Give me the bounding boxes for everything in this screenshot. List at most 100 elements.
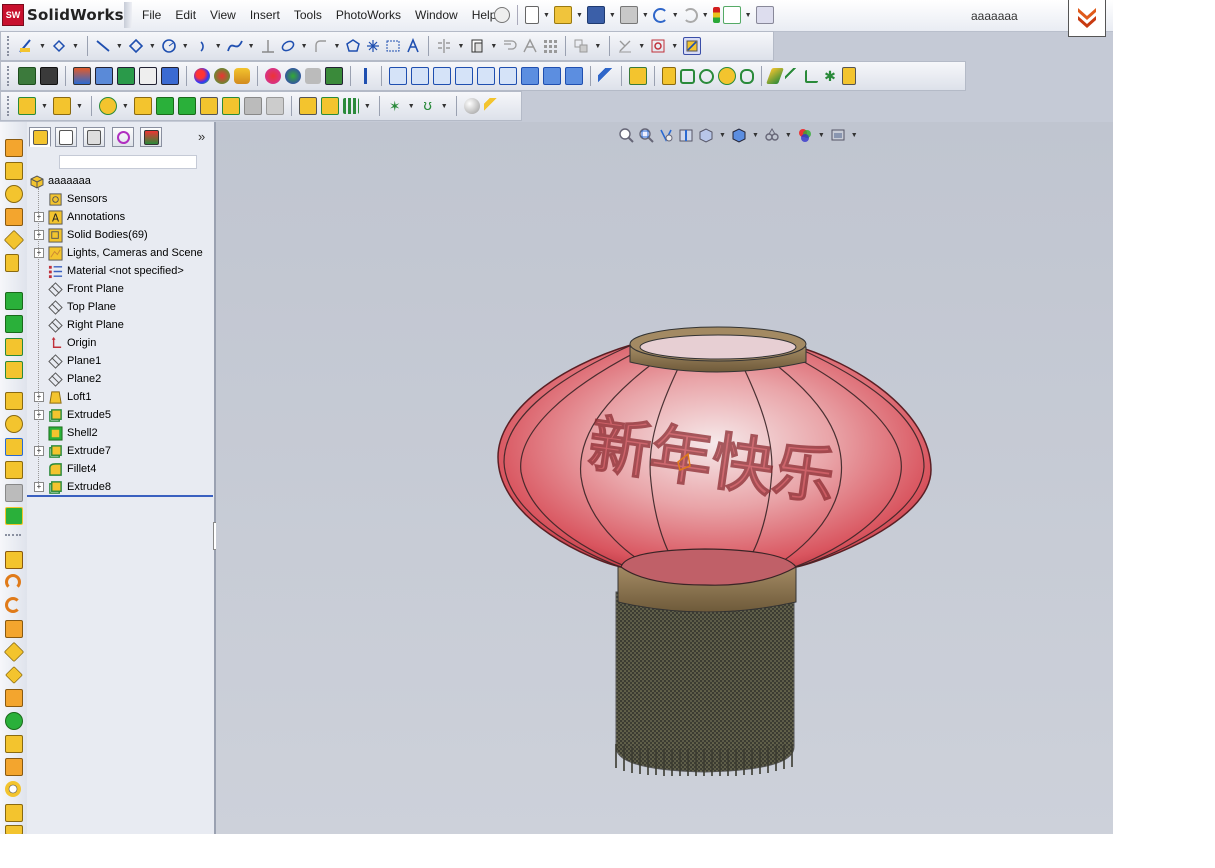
menu-edit[interactable]: Edit bbox=[168, 8, 203, 22]
sketch-icon[interactable] bbox=[18, 38, 34, 54]
offset-surface-icon[interactable] bbox=[177, 97, 196, 115]
tool-combine-icon[interactable] bbox=[5, 666, 23, 684]
new-document-icon[interactable] bbox=[525, 6, 539, 24]
menu-file[interactable]: File bbox=[135, 8, 168, 22]
text-icon[interactable] bbox=[405, 38, 421, 54]
tool-cut-revolve-icon[interactable] bbox=[5, 315, 23, 333]
expand-toggle-icon[interactable]: + bbox=[34, 212, 44, 222]
photoworks-scene-icon[interactable] bbox=[95, 67, 113, 85]
tool-move-face-icon[interactable] bbox=[5, 689, 23, 707]
render-last-icon[interactable] bbox=[139, 67, 157, 85]
extruded-boss-icon[interactable] bbox=[662, 67, 676, 85]
ruled-surface-icon[interactable] bbox=[298, 97, 317, 115]
view-front-icon[interactable] bbox=[389, 67, 407, 85]
line-icon[interactable] bbox=[95, 38, 111, 54]
tool-fillet-icon[interactable] bbox=[5, 392, 23, 410]
decal-icon[interactable] bbox=[234, 68, 250, 84]
surface-pattern-icon[interactable] bbox=[342, 98, 359, 114]
menu-window[interactable]: Window bbox=[408, 8, 465, 22]
tree-item[interactable]: Plane1 bbox=[48, 352, 101, 370]
tree-item[interactable]: Front Plane bbox=[48, 280, 124, 298]
scene-icon[interactable] bbox=[214, 68, 230, 84]
curves-icon[interactable]: ʊ bbox=[420, 98, 436, 114]
axis-icon[interactable] bbox=[785, 68, 801, 84]
point-icon[interactable] bbox=[365, 38, 381, 54]
tree-item[interactable]: + Extrude7 bbox=[34, 442, 111, 460]
render-region-icon[interactable] bbox=[117, 67, 135, 85]
tree-item[interactable]: + Lights, Cameras and Scene bbox=[34, 244, 203, 262]
expand-toggle-icon[interactable]: + bbox=[34, 392, 44, 402]
expand-toggle-icon[interactable]: + bbox=[34, 248, 44, 258]
knit-surface-icon[interactable] bbox=[221, 97, 240, 115]
measure-icon[interactable] bbox=[598, 68, 614, 84]
extend-surface-icon[interactable] bbox=[320, 97, 339, 115]
tool-cut-loft-icon[interactable] bbox=[5, 361, 23, 379]
view-trimetric-icon[interactable] bbox=[543, 67, 561, 85]
view-back-icon[interactable] bbox=[411, 67, 429, 85]
helix-icon[interactable] bbox=[699, 68, 714, 84]
ref-point-icon[interactable]: ✱ bbox=[822, 68, 838, 84]
tool-hole-wizard-icon[interactable] bbox=[5, 620, 23, 638]
rectangle-icon[interactable] bbox=[128, 38, 144, 54]
measure-tool-icon[interactable] bbox=[483, 98, 500, 114]
toolbar-grip[interactable] bbox=[7, 66, 12, 86]
tree-item[interactable]: + Extrude5 bbox=[34, 406, 111, 424]
print-icon[interactable] bbox=[619, 6, 638, 24]
revolved-surface-icon[interactable] bbox=[52, 97, 71, 115]
rollback-bar[interactable] bbox=[27, 495, 213, 497]
plane-tool-icon[interactable] bbox=[766, 68, 784, 84]
tool-indent-icon[interactable] bbox=[5, 758, 23, 776]
tree-item[interactable]: Top Plane bbox=[48, 298, 116, 316]
tree-item[interactable]: + Loft1 bbox=[34, 388, 91, 406]
expand-toggle-icon[interactable]: + bbox=[34, 482, 44, 492]
repair-sketch-icon[interactable] bbox=[650, 38, 666, 54]
tool-dome-icon[interactable] bbox=[5, 461, 23, 479]
menu-view[interactable]: View bbox=[203, 8, 243, 22]
tab-feature-manager[interactable] bbox=[29, 127, 51, 147]
lights-icon[interactable] bbox=[265, 68, 281, 84]
radiate-surface-icon[interactable] bbox=[199, 97, 218, 115]
tool-lofted-boss-icon[interactable] bbox=[5, 208, 23, 226]
lofted-surface-icon[interactable] bbox=[133, 97, 152, 115]
arc-icon[interactable] bbox=[194, 38, 210, 54]
boundary-surface-icon[interactable] bbox=[155, 97, 174, 115]
lantern-model[interactable]: 新年快乐 bbox=[216, 122, 1113, 834]
tool-cut-sweep-icon[interactable] bbox=[5, 338, 23, 356]
instant3d-icon[interactable]: ✶ bbox=[387, 98, 403, 114]
tool-curve-pattern-icon[interactable] bbox=[5, 597, 21, 613]
tree-item[interactable]: Fillet4 bbox=[48, 460, 96, 478]
open-icon[interactable] bbox=[553, 6, 572, 24]
rapid-sketch-icon[interactable] bbox=[683, 37, 702, 55]
polygon-icon[interactable] bbox=[345, 38, 361, 54]
convert-entities-icon[interactable] bbox=[469, 38, 485, 54]
pin-icon[interactable] bbox=[494, 7, 510, 23]
toolbar-grip[interactable] bbox=[7, 96, 12, 116]
spline-icon[interactable] bbox=[226, 38, 243, 54]
tool-delete-face-icon[interactable] bbox=[5, 712, 23, 730]
tool-circular-pattern-icon[interactable] bbox=[5, 574, 21, 590]
window-icon[interactable] bbox=[755, 6, 774, 24]
tree-item[interactable]: + Solid Bodies(69) bbox=[34, 226, 148, 244]
view-bottom-icon[interactable] bbox=[499, 67, 517, 85]
tool-swept-boss-icon[interactable] bbox=[5, 185, 23, 203]
tool-extruded-boss-icon[interactable] bbox=[5, 139, 23, 157]
tool-linear-pattern-icon[interactable] bbox=[5, 551, 23, 569]
tool-deform-icon[interactable] bbox=[5, 804, 23, 822]
tree-item[interactable]: Shell2 bbox=[48, 424, 98, 442]
undo-icon[interactable] bbox=[652, 7, 668, 23]
menu-photoworks[interactable]: PhotoWorks bbox=[329, 8, 408, 22]
view-top-icon[interactable] bbox=[477, 67, 495, 85]
tree-filter-bar[interactable] bbox=[59, 155, 197, 169]
tool-draft-icon[interactable] bbox=[5, 438, 23, 456]
coordinate-system-icon[interactable] bbox=[805, 69, 818, 83]
photoworks-options-icon[interactable] bbox=[325, 67, 343, 85]
tool-rib-icon[interactable] bbox=[5, 254, 19, 272]
tool-cut-extrude-icon[interactable] bbox=[5, 292, 23, 310]
circle-icon[interactable] bbox=[161, 38, 177, 54]
sketch-picture-icon[interactable] bbox=[385, 38, 401, 54]
curve-through-points-icon[interactable] bbox=[718, 67, 736, 85]
expand-toggle-icon[interactable]: + bbox=[34, 446, 44, 456]
tree-item[interactable]: Sensors bbox=[48, 190, 107, 208]
view-appearance-icon[interactable] bbox=[40, 67, 58, 85]
tree-item[interactable]: + A Annotations bbox=[34, 208, 125, 226]
